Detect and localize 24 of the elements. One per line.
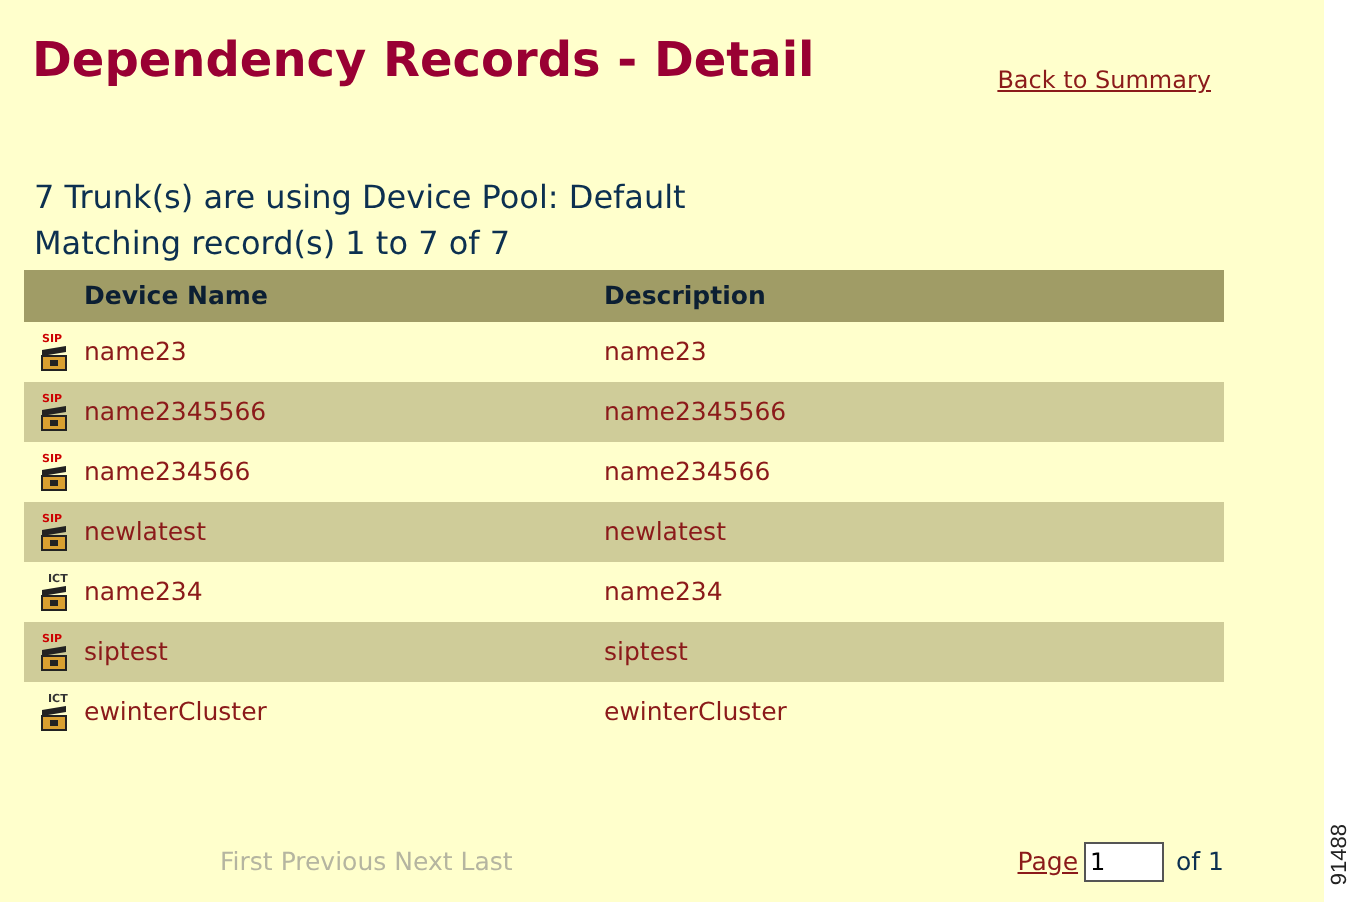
description-text: ewinterCluster [604,696,787,726]
description-text: name234 [604,576,723,606]
description-text: siptest [604,636,688,666]
matching-records-text: Matching record(s) 1 to 7 of 7 [34,224,513,263]
device-name-link[interactable]: siptest [84,636,168,666]
device-name-link[interactable]: name23 [84,336,187,366]
column-header: Description [604,280,766,310]
page-count-text: of 1 [1176,843,1224,880]
device-name-link[interactable]: ewinterCluster [84,696,267,726]
page-link[interactable]: Page [1017,843,1079,881]
device-name-link[interactable]: name234 [84,576,203,606]
description-text: name23 [604,336,707,366]
back-to-summary-link[interactable]: Back to Summary [997,62,1211,98]
column-header: Device Name [84,280,268,310]
figure-number: 91488 [1325,824,1353,886]
summary-text: 7 Trunk(s) are using Device Pool: Default [34,178,688,217]
page-title: Dependency Records - Detail [32,32,815,90]
device-name-link[interactable]: name2345566 [84,396,267,426]
device-name-link[interactable]: newlatest [84,516,206,546]
description-text: name2345566 [604,396,787,426]
page-number-field[interactable]: 1 [1084,842,1165,882]
description-text: name234566 [604,456,771,486]
description-text: newlatest [604,516,726,546]
device-name-link[interactable]: name234566 [84,456,251,486]
